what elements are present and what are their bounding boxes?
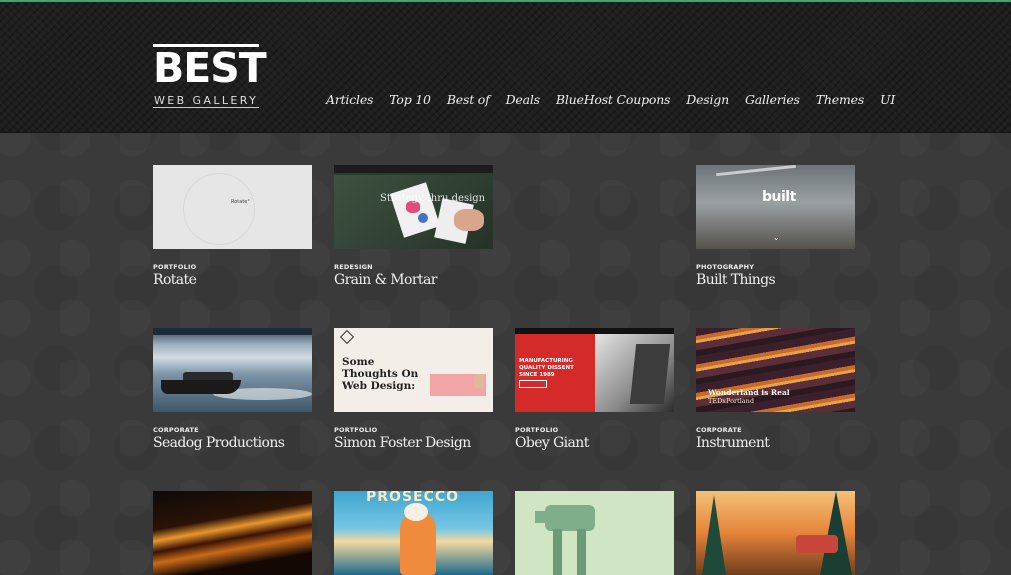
thumb-walker-leg	[553, 529, 562, 575]
thumb-text: Rotate°	[231, 199, 250, 205]
thumb-walker-body	[545, 505, 595, 531]
card-title[interactable]: Simon Foster Design	[334, 435, 493, 451]
card-title[interactable]: Obey Giant	[515, 435, 674, 451]
gallery-card-obey-giant[interactable]: MANUFACTURING QUALITY DISSENT SINCE 1989…	[515, 328, 674, 451]
thumb-walker-leg	[577, 529, 586, 575]
gallery-card-seadog[interactable]: CORPORATE Seadog Productions	[153, 328, 312, 451]
card-category[interactable]: PORTFOLIO	[153, 263, 312, 271]
decor-circle	[183, 173, 255, 245]
nav-best-of[interactable]: Best of	[447, 92, 490, 107]
card-title[interactable]: Seadog Productions	[153, 435, 312, 451]
thumbnail-built-things[interactable]: built ⌄	[696, 165, 855, 249]
card-category[interactable]: REDESIGN	[334, 263, 493, 271]
card-title[interactable]: Built Things	[696, 272, 855, 288]
nav-themes[interactable]: Themes	[816, 92, 864, 107]
thumb-subtext: TEDxPortland	[708, 397, 755, 405]
thumb-tree	[702, 495, 726, 575]
gallery-card-instrument[interactable]: Wonderland is Real TEDxPortland CORPORAT…	[696, 328, 855, 451]
nav-bluehost-coupons[interactable]: BlueHost Coupons	[556, 92, 671, 107]
thumb-ink	[418, 213, 428, 223]
nav-top-10[interactable]: Top 10	[389, 92, 431, 107]
thumb-text: Wonderland is Real	[708, 388, 790, 397]
nav-galleries[interactable]: Galleries	[745, 92, 800, 107]
thumb-nav-bar	[153, 328, 312, 335]
gallery-card-row3-1[interactable]	[153, 491, 312, 575]
card-category[interactable]: PHOTOGRAPHY	[696, 263, 855, 271]
thumb-text: Some Thoughts On Web Design:	[342, 356, 419, 392]
gallery-card-rotate[interactable]: Rotate° PORTFOLIO Rotate	[153, 165, 312, 288]
gallery-card-built-things[interactable]: built ⌄ PHOTOGRAPHY Built Things	[696, 165, 855, 288]
gallery-card-grain-mortar[interactable]: Strategy thru design REDESIGN Grain & Mo…	[334, 165, 493, 288]
thumbnail-prosecco[interactable]: PROSECCO	[334, 491, 493, 575]
thumb-text: MANUFACTURING QUALITY DISSENT SINCE 1989	[519, 358, 574, 378]
thumb-button	[519, 380, 547, 388]
thumb-hand	[474, 374, 484, 388]
card-category[interactable]: PORTFOLIO	[515, 426, 674, 434]
card-title[interactable]: Grain & Mortar	[334, 272, 493, 288]
thumbnail-walker[interactable]	[515, 491, 674, 575]
card-category[interactable]: CORPORATE	[153, 426, 312, 434]
gallery-card-row3-4[interactable]	[696, 491, 855, 575]
thumb-text: built	[762, 189, 796, 205]
thumb-nav-bar	[334, 165, 493, 173]
logo-sub-text: WEB GALLERY	[154, 94, 259, 107]
card-title[interactable]: Instrument	[696, 435, 855, 451]
chevron-down-icon: ⌄	[773, 233, 780, 242]
thumbnail-instrument[interactable]: Wonderland is Real TEDxPortland	[696, 328, 855, 412]
thumbnail-grain-mortar[interactable]: Strategy thru design	[334, 165, 493, 249]
thumb-logo-icon	[339, 329, 355, 345]
thumb-fork	[716, 165, 796, 177]
card-category[interactable]: PORTFOLIO	[334, 426, 493, 434]
gallery-card-row3-2[interactable]: PROSECCO	[334, 491, 493, 575]
card-category[interactable]: CORPORATE	[696, 426, 855, 434]
card-title[interactable]: Rotate	[153, 272, 312, 288]
thumbnail-fire-art[interactable]	[153, 491, 312, 575]
thumb-hand	[454, 209, 484, 231]
gallery-card-row3-3[interactable]	[515, 491, 674, 575]
gallery-card-simon-foster[interactable]: Some Thoughts On Web Design: PORTFOLIO S…	[334, 328, 493, 451]
logo-main-text: BEST	[153, 44, 267, 92]
logo-bottom-rule	[153, 107, 259, 108]
thumbnail-obey-giant[interactable]: MANUFACTURING QUALITY DISSENT SINCE 1989	[515, 328, 674, 412]
main-nav: Articles Top 10 Best of Deals BlueHost C…	[326, 92, 911, 107]
site-logo[interactable]: BEST WEB GALLERY	[153, 44, 267, 110]
site-header: BEST WEB GALLERY Articles Top 10 Best of…	[0, 2, 1011, 133]
nav-deals[interactable]: Deals	[506, 92, 540, 107]
thumbnail-simon-foster[interactable]: Some Thoughts On Web Design:	[334, 328, 493, 412]
nav-ui[interactable]: UI	[880, 92, 895, 107]
thumb-car	[796, 535, 838, 553]
thumb-figure-head	[404, 503, 428, 521]
thumb-tree	[820, 491, 852, 575]
nav-articles[interactable]: Articles	[326, 92, 373, 107]
thumb-text: Strategy thru design	[380, 193, 486, 204]
thumbnail-forest[interactable]	[696, 491, 855, 575]
thumb-tower	[629, 344, 671, 404]
thumbnail-seadog[interactable]	[153, 328, 312, 412]
nav-design[interactable]: Design	[686, 92, 729, 107]
thumb-boat	[161, 380, 241, 394]
thumbnail-rotate[interactable]: Rotate°	[153, 165, 312, 249]
